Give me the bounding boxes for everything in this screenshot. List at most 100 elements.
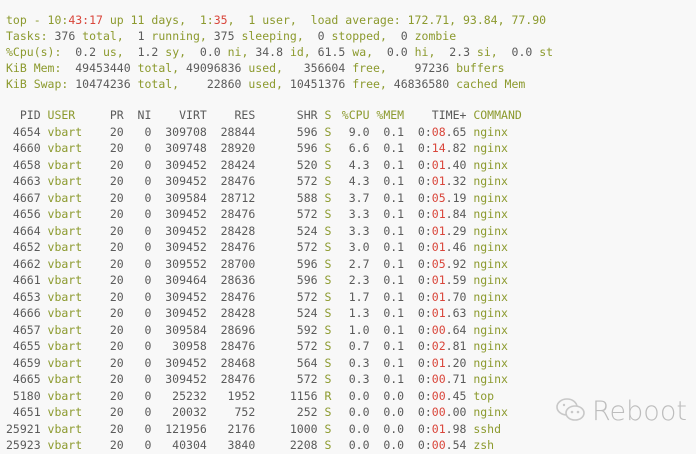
- table-row[interactable]: 4661 vbart 20 0 309464 28636 596 S 2.3 0.1 0:01.59…: [6, 272, 566, 289]
- time-part: .00: [445, 405, 467, 419]
- cell-mem: 0.1: [383, 207, 405, 221]
- cell-pid: 5180: [12, 388, 41, 403]
- summary-segment: cached Mem: [449, 77, 526, 91]
- cell-mem: 0.1: [383, 339, 405, 353]
- table-row[interactable]: 4660 vbart 20 0 309748 28920 596 S 6.6 0.1 0:14.82…: [6, 140, 566, 157]
- cell-user: vbart: [47, 240, 83, 254]
- cell-pr: 20: [109, 421, 124, 436]
- cell-time: 0:01.70: [418, 289, 467, 306]
- summary-segment: 97236: [414, 61, 450, 75]
- time-part: 0:: [417, 207, 432, 221]
- cell-res: 28476: [220, 289, 256, 304]
- cell-ni: 0: [144, 223, 152, 238]
- cell-virt: 309584: [165, 322, 207, 337]
- cell-shr: 596: [296, 273, 318, 287]
- cell-virt: 309452: [165, 289, 207, 304]
- cell-virt: 309452: [165, 174, 207, 188]
- cell-pid: 4665: [12, 372, 41, 386]
- cell-cmd: nginx: [473, 355, 508, 370]
- table-row[interactable]: 5180 vbart 20 0 25232 1952 1156 R 0.0 0.0 0:00.45 t…: [6, 388, 566, 405]
- time-part: 0:: [417, 421, 432, 436]
- time-part: 01: [431, 174, 446, 188]
- cell-cpu: 0.0: [348, 388, 370, 403]
- cell-pid: 4662: [12, 256, 41, 271]
- table-row[interactable]: 4652 vbart 20 0 309452 28476 572 S 3.0 0.1 0:01.46…: [6, 239, 566, 256]
- cell-s: S: [324, 190, 332, 205]
- cell-shr: 572: [296, 207, 318, 221]
- cell-cmd: COMMAND: [473, 108, 522, 122]
- table-row[interactable]: 4651 vbart 20 0 20032 752 252 S 0.0 0.0 0:00.00 ngi…: [6, 404, 566, 421]
- cell-cmd: nginx: [473, 124, 508, 139]
- summary-segment: Tasks:: [6, 29, 55, 43]
- cell-pid: 4652: [12, 240, 41, 254]
- summary-segment: 10451376: [289, 77, 346, 91]
- cell-virt: 309452: [165, 157, 207, 172]
- cell-cmd: nginx: [473, 372, 508, 386]
- cell-pid: PID: [19, 108, 41, 122]
- cell-res: 1952: [227, 388, 256, 403]
- cell-cpu: 0.3: [348, 372, 370, 386]
- cell-cpu: 2.7: [348, 256, 370, 271]
- summary-line: Tasks: 376 total, 1 running, 375 sleepin…: [6, 28, 553, 44]
- summary-segment: KiB Mem:: [6, 61, 76, 75]
- cell-pr: 20: [109, 405, 124, 419]
- cell-res: 28696: [220, 322, 256, 337]
- cell-ni: 0: [144, 306, 152, 320]
- cell-time: 0:01.63: [418, 305, 467, 322]
- table-row[interactable]: 4659 vbart 20 0 309452 28468 564 S 0.3 0.1 0:01.20…: [6, 355, 566, 372]
- cell-mem: 0.0: [383, 421, 405, 436]
- cell-pr: PR: [109, 108, 124, 122]
- cell-cmd: zsh: [473, 438, 495, 452]
- summary-segment: 2.3: [449, 45, 470, 59]
- table-row[interactable]: 4653 vbart 20 0 309452 28476 572 S 1.7 0.1 0:01.70…: [6, 289, 566, 306]
- summary-segment: 376: [54, 29, 76, 43]
- time-part: 01: [431, 223, 446, 238]
- watermark-text: Reboot: [592, 396, 687, 427]
- time-part: 00: [431, 405, 446, 419]
- cell-s: S: [324, 256, 332, 271]
- table-row[interactable]: 4664 vbart 20 0 309452 28428 524 S 3.3 0.1 0:01.29…: [6, 223, 566, 240]
- table-row[interactable]: 4667 vbart 20 0 309584 28712 588 S 3.7 0.1 0:05.19…: [6, 190, 566, 207]
- time-part: .64: [445, 322, 467, 337]
- table-row[interactable]: 4665 vbart 20 0 309452 28476 572 S 0.3 0.1 0:00.71…: [6, 371, 566, 388]
- table-row[interactable]: 4654 vbart 20 0 309708 28844 596 S 9.0 0.1 0:08.65…: [6, 124, 566, 141]
- cell-s: S: [324, 141, 332, 155]
- cell-res: 28476: [220, 207, 256, 221]
- cell-shr: 572: [296, 240, 318, 254]
- summary-segment: 49453440: [75, 61, 131, 75]
- table-row[interactable]: 4658 vbart 20 0 309452 28424 520 S 4.3 0.1 0:01.40…: [6, 157, 566, 174]
- table-row[interactable]: 4655 vbart 20 0 30958 28476 572 S 0.7 0.1 0:02.81 n…: [6, 338, 566, 355]
- cell-time: 0:01.20: [418, 355, 467, 372]
- table-row[interactable]: 25923 vbart 20 0 40304 3840 2208 S 0.0 0.0 0:00.54…: [6, 437, 566, 454]
- cell-pid: 4651: [12, 405, 41, 419]
- cell-pid: 4657: [12, 322, 41, 337]
- cell-ni: 0: [144, 207, 152, 221]
- table-row[interactable]: 4656 vbart 20 0 309452 28476 572 S 3.3 0.1 0:01.84…: [6, 206, 566, 223]
- table-row[interactable]: 4666 vbart 20 0 309452 28428 524 S 1.3 0.1 0:01.63…: [6, 305, 566, 322]
- cell-cpu: 0.0: [348, 438, 370, 452]
- time-part: .19: [445, 190, 467, 205]
- cell-res: 28476: [220, 339, 256, 353]
- table-row[interactable]: 25921 vbart 20 0 121956 2176 1000 S 0.0 0.0 0:01.9…: [6, 421, 566, 438]
- cell-shr: 588: [296, 190, 318, 205]
- summary-segment: up 11 days, 1:: [102, 13, 214, 27]
- cell-res: 28468: [220, 355, 256, 370]
- cell-res: 28476: [220, 240, 256, 254]
- time-part: .46: [445, 240, 467, 254]
- time-part: 0:: [417, 190, 432, 205]
- table-row[interactable]: 4663 vbart 20 0 309452 28476 572 S 4.3 0.1 0:01.32…: [6, 173, 566, 190]
- cell-cpu: 4.3: [348, 174, 370, 188]
- time-part: 0:: [417, 124, 432, 139]
- cell-mem: 0.1: [383, 273, 405, 287]
- summary-segment: st: [532, 45, 554, 59]
- cell-pid: 4660: [12, 141, 41, 155]
- cell-pid: 4653: [12, 289, 41, 304]
- table-row[interactable]: 4657 vbart 20 0 309584 28696 592 S 1.0 0.1 0:00.64…: [6, 322, 566, 339]
- cell-mem: 0.0: [383, 438, 405, 452]
- table-row[interactable]: 4662 vbart 20 0 309552 28700 596 S 2.7 0.1 0:05.92…: [6, 256, 566, 273]
- time-part: 0:: [417, 141, 432, 155]
- cell-res: 28636: [220, 273, 256, 287]
- cell-cpu: 3.7: [348, 190, 370, 205]
- summary-segment: 0: [400, 29, 408, 43]
- cell-user: vbart: [47, 289, 83, 304]
